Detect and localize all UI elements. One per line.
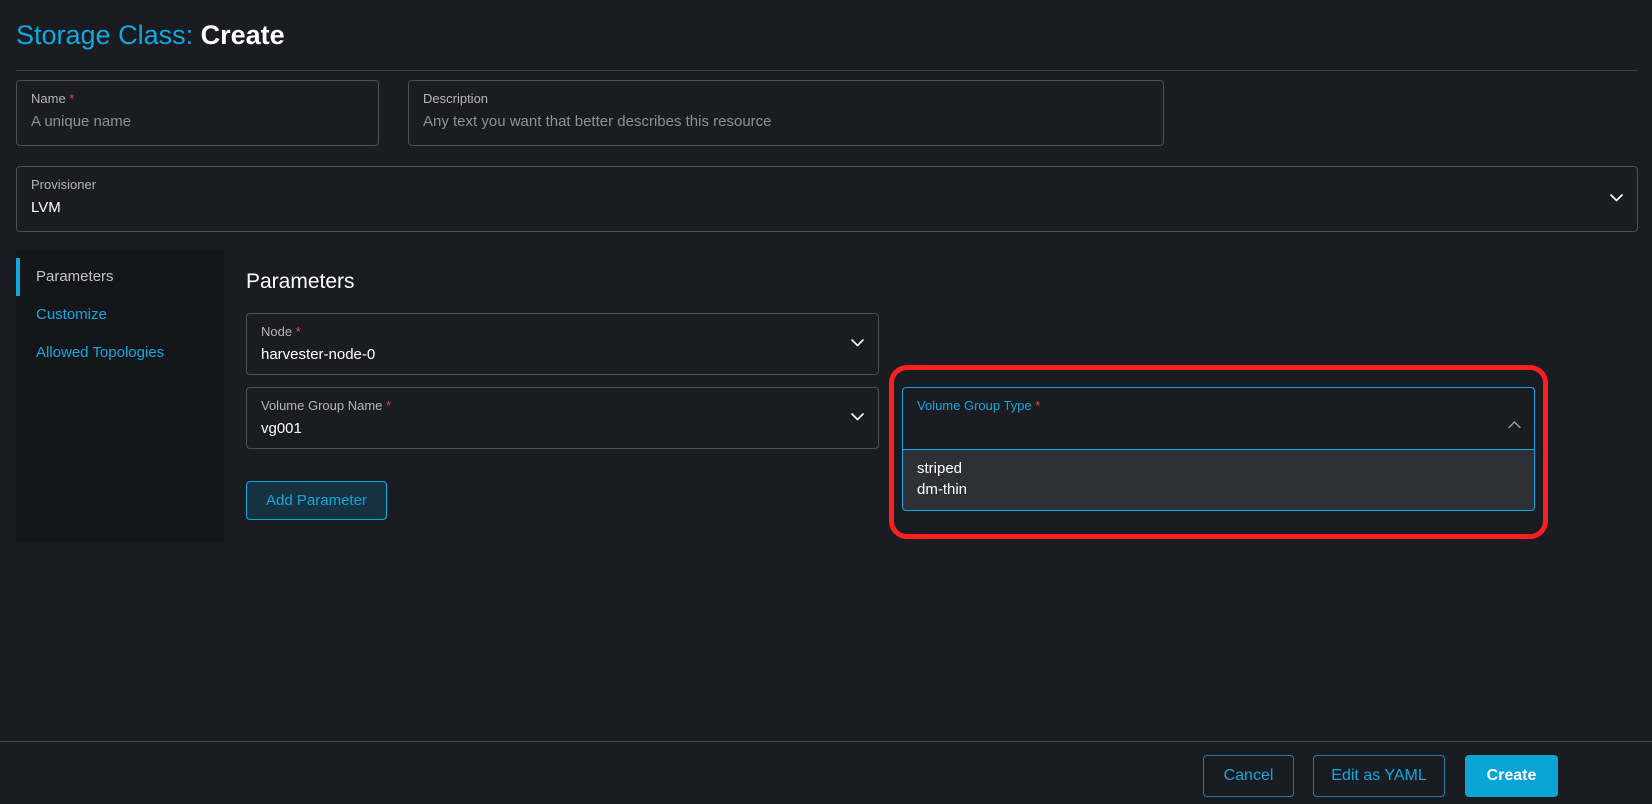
volume-group-name-label: Volume Group Name * xyxy=(261,397,864,414)
name-input[interactable]: A unique name xyxy=(31,111,364,133)
required-marker: * xyxy=(382,398,391,413)
sidebar-item-customize[interactable]: Customize xyxy=(16,296,224,334)
footer-actions: Cancel Edit as YAML Create xyxy=(0,742,1652,804)
node-select-label: Node * xyxy=(261,323,864,340)
node-select-value: harvester-node-0 xyxy=(261,344,864,366)
provisioner-label: Provisioner xyxy=(31,176,1623,193)
header-divider xyxy=(16,70,1638,71)
tabs-top-spacer xyxy=(16,250,224,258)
description-field[interactable]: Description Any text you want that bette… xyxy=(408,80,1164,146)
tabs-sidebar: Parameters Customize Allowed Topologies xyxy=(16,250,224,542)
page-title-action: Create xyxy=(201,20,285,50)
provisioner-value: LVM xyxy=(31,197,1623,219)
volume-group-type-options-menu: striped dm-thin xyxy=(902,449,1535,511)
sidebar-item-label: Customize xyxy=(36,306,107,323)
name-field[interactable]: Name * A unique name xyxy=(16,80,379,146)
volume-group-name-select[interactable]: Volume Group Name * vg001 xyxy=(246,387,879,449)
required-marker: * xyxy=(1032,398,1041,413)
create-button[interactable]: Create xyxy=(1465,755,1558,797)
sidebar-item-label: Parameters xyxy=(36,268,114,285)
required-marker: * xyxy=(292,324,301,339)
page-title: Storage Class: Create xyxy=(16,18,285,52)
chevron-up-icon[interactable] xyxy=(1508,416,1521,424)
edit-as-yaml-button[interactable]: Edit as YAML xyxy=(1313,755,1445,797)
sidebar-item-allowed-topologies[interactable]: Allowed Topologies xyxy=(16,334,224,372)
volume-group-type-select[interactable]: Volume Group Type * striped dm-thin xyxy=(902,387,1535,511)
node-select[interactable]: Node * harvester-node-0 xyxy=(246,313,879,375)
sidebar-item-label: Allowed Topologies xyxy=(36,344,164,361)
volume-group-type-control[interactable]: Volume Group Type * xyxy=(902,387,1535,449)
required-marker: * xyxy=(66,91,75,106)
volume-group-type-label: Volume Group Type * xyxy=(917,397,1520,414)
description-field-label: Description xyxy=(423,90,1149,107)
name-field-label: Name * xyxy=(31,90,364,107)
provisioner-select[interactable]: Provisioner LVM xyxy=(16,166,1638,232)
cancel-button[interactable]: Cancel xyxy=(1203,755,1294,797)
add-parameter-button[interactable]: Add Parameter xyxy=(246,481,387,520)
volume-group-name-value: vg001 xyxy=(261,418,864,440)
section-title: Parameters xyxy=(246,268,355,296)
select-option-striped[interactable]: striped xyxy=(903,458,1534,479)
storage-class-create-page: Storage Class: Create Name * A unique na… xyxy=(0,0,1652,804)
sidebar-item-parameters[interactable]: Parameters xyxy=(16,258,224,296)
select-option-dm-thin[interactable]: dm-thin xyxy=(903,479,1534,500)
description-input[interactable]: Any text you want that better describes … xyxy=(423,111,1149,133)
page-title-resource-type: Storage Class: xyxy=(16,20,193,50)
